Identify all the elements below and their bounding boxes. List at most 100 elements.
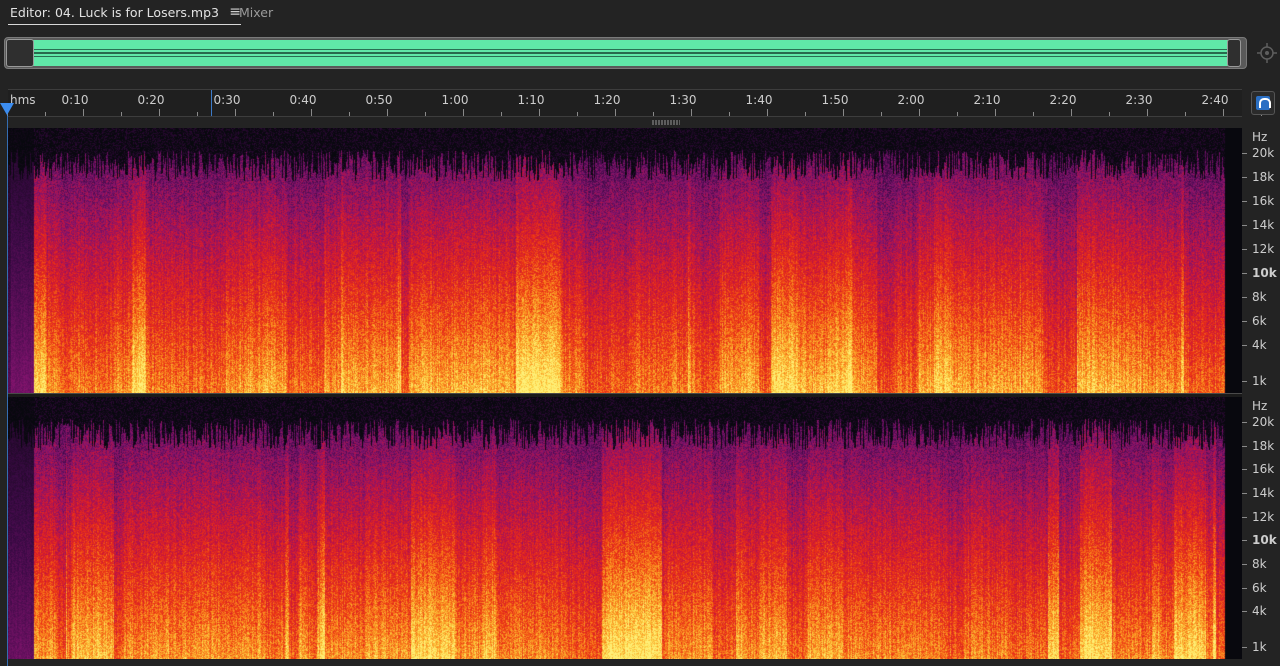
frequency-axis-tick <box>1242 611 1247 613</box>
frequency-axis-tick <box>1242 177 1247 178</box>
time-ruler-tick <box>425 112 426 116</box>
frequency-axis-label: 6k <box>1252 314 1267 328</box>
time-ruler-tick <box>995 109 996 116</box>
time-ruler-tick <box>691 109 692 116</box>
frequency-axis-tick <box>1242 469 1247 471</box>
frequency-axis-left: Hz 20k 18k 16k 14k 12k 10k 8k 6k 4k 1k <box>1242 128 1280 393</box>
time-ruler-tick <box>919 109 920 116</box>
time-ruler-tick <box>653 112 654 116</box>
frequency-axis-label: 10k <box>1252 266 1277 280</box>
time-ruler-tick <box>501 112 502 116</box>
frequency-axis-label: 8k <box>1252 290 1267 304</box>
frequency-axis-label: 1k <box>1252 640 1267 654</box>
time-ruler-label: 2:30 <box>1125 93 1153 107</box>
time-ruler-tick <box>957 112 958 116</box>
tab-editor-label: Editor: 04. Luck is for Losers.mp3 <box>10 5 219 20</box>
frequency-axis-label: 16k <box>1252 462 1275 477</box>
time-ruler-tick <box>83 109 84 116</box>
frequency-axis-tick <box>1242 345 1247 346</box>
frequency-axis-label: 20k <box>1252 415 1275 429</box>
tab-mixer[interactable]: Mixer <box>239 5 273 25</box>
frequency-axis-tick <box>1242 647 1247 648</box>
time-ruler-tick <box>235 109 236 116</box>
zoom-to-fit-icon[interactable] <box>1257 43 1277 63</box>
time-ruler-tick <box>311 109 312 116</box>
time-ruler[interactable]: hms 0:10 0:20 0:30 0:40 0:50 1:00 1:10 1:20 1:30… <box>7 89 1262 117</box>
frequency-axis-tick <box>1242 321 1247 322</box>
time-ruler-tick <box>273 112 274 116</box>
time-ruler-tick <box>45 112 46 116</box>
frequency-axis-tick <box>1242 540 1247 542</box>
time-ruler-label: 0:10 <box>61 93 89 107</box>
time-ruler-label: 0:30 <box>213 93 241 107</box>
time-ruler-tick <box>843 109 844 116</box>
frequency-axis-right: Hz 20k 18k 16k 14k 12k 10k 8k 6k 4k 1k <box>1242 397 1280 659</box>
time-ruler-tick <box>881 112 882 116</box>
time-ruler-tick <box>463 109 464 116</box>
time-ruler-tick <box>767 109 768 116</box>
time-ruler-tick <box>615 109 616 116</box>
time-ruler-label: 2:00 <box>897 93 925 107</box>
magnet-icon <box>1256 96 1271 110</box>
time-ruler-tick <box>1033 112 1034 116</box>
frequency-axis-label: 4k <box>1252 338 1267 352</box>
frequency-axis-tick <box>1242 422 1247 423</box>
playhead-line <box>7 115 8 666</box>
frequency-axis-label: 14k <box>1252 218 1275 232</box>
frequency-axis-tick <box>1242 493 1247 495</box>
view-position-marker <box>211 90 212 116</box>
time-ruler-tick <box>387 109 388 116</box>
frequency-axis-label: 20k <box>1252 146 1275 160</box>
frequency-axis-label: 12k <box>1252 509 1275 524</box>
frequency-axis-label: 8k <box>1252 557 1267 572</box>
frequency-axis-label: 6k <box>1252 580 1267 595</box>
frequency-axis-tick <box>1242 587 1247 589</box>
time-ruler-label: 1:30 <box>669 93 697 107</box>
frequency-axis-tick <box>1242 249 1247 250</box>
frequency-axis-unit: Hz <box>1252 130 1268 144</box>
frequency-axis-tick <box>1242 381 1247 382</box>
spectral-display-channel-right[interactable] <box>8 397 1242 659</box>
frequency-axis-label: 12k <box>1252 242 1275 256</box>
snap-toggle-button[interactable] <box>1251 91 1275 115</box>
frequency-axis-label: 18k <box>1252 438 1275 453</box>
overview-range-handle-left[interactable] <box>6 39 34 67</box>
time-ruler-tick <box>349 112 350 116</box>
time-ruler-label: 2:40 <box>1201 93 1229 107</box>
time-ruler-label: 1:20 <box>593 93 621 107</box>
time-ruler-label: 2:20 <box>1049 93 1077 107</box>
time-ruler-tick <box>1071 109 1072 116</box>
time-ruler-tick <box>539 109 540 116</box>
time-ruler-label: 1:00 <box>441 93 469 107</box>
tab-editor[interactable]: Editor: 04. Luck is for Losers.mp3 ≡ <box>8 4 241 25</box>
frequency-axis-tick <box>1242 153 1247 154</box>
playhead-handle[interactable] <box>0 103 14 115</box>
time-ruler-tick <box>729 112 730 116</box>
overview-range-handle-right[interactable] <box>1227 39 1241 67</box>
time-ruler-tick <box>1109 112 1110 116</box>
time-ruler-label: 0:20 <box>137 93 165 107</box>
vertical-zoom-grip[interactable] <box>652 120 680 125</box>
time-ruler-tick <box>159 109 160 116</box>
editor-tab-bar: Editor: 04. Luck is for Losers.mp3 ≡ Mix… <box>0 0 1280 30</box>
frequency-axis-label: 4k <box>1252 604 1267 619</box>
frequency-axis-label: 18k <box>1252 170 1275 184</box>
time-ruler-tick <box>1185 112 1186 116</box>
spectral-display-channel-left[interactable] <box>8 128 1242 393</box>
time-ruler-label: 1:40 <box>745 93 773 107</box>
frequency-axis-label: 14k <box>1252 486 1275 501</box>
frequency-axis-label: 1k <box>1252 374 1267 388</box>
time-ruler-label: 0:50 <box>365 93 393 107</box>
time-ruler-tick <box>121 112 122 116</box>
overview-navigator[interactable] <box>4 37 1247 69</box>
frequency-axis-tick <box>1242 564 1247 566</box>
time-ruler-label: 1:10 <box>517 93 545 107</box>
frequency-axis-tick <box>1242 225 1247 226</box>
frequency-axis-tick <box>1242 445 1247 447</box>
time-ruler-tick <box>577 112 578 116</box>
frequency-axis-tick <box>1242 273 1247 274</box>
overview-waveform[interactable] <box>11 40 1239 66</box>
frequency-axis-tick <box>1242 516 1247 518</box>
time-ruler-tick <box>1223 109 1224 116</box>
time-ruler-tick <box>805 112 806 116</box>
